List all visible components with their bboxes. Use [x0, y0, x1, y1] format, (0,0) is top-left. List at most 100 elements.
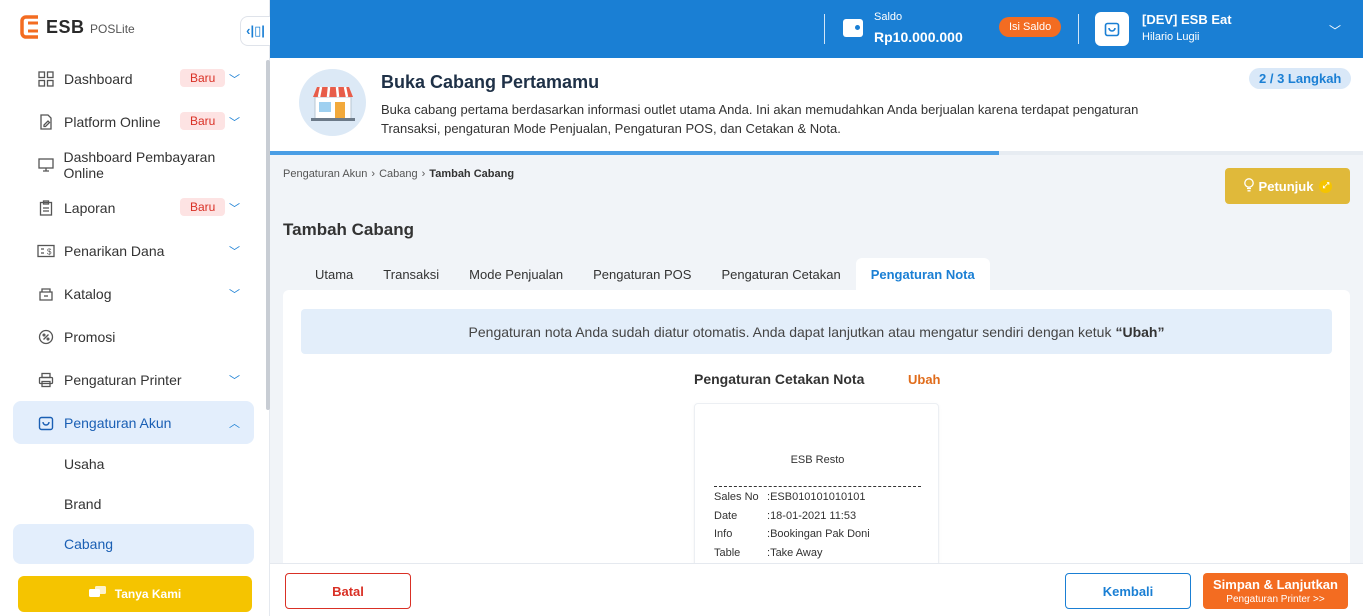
store-name[interactable]: [DEV] ESB Eat — [1142, 12, 1232, 27]
sidebar-item-penarikan-dana[interactable]: $ Penarikan Dana ﹀ — [13, 229, 254, 272]
progress-bar — [270, 151, 1363, 155]
sidebar-item-promosi[interactable]: Promosi — [13, 315, 254, 358]
sidebar-item-pengaturan-akun[interactable]: Pengaturan Akun ︿ — [13, 401, 254, 444]
nota-section-title: Pengaturan Cetakan Nota — [694, 371, 865, 387]
onboarding-banner: Buka Cabang Pertamamu Buka cabang pertam… — [270, 58, 1363, 155]
info-highlight: “Ubah” — [1115, 323, 1165, 340]
divider — [1078, 14, 1079, 44]
tanya-kami-label: Tanya Kami — [114, 587, 182, 601]
app-logo[interactable]: ESB POSLite — [20, 14, 135, 40]
grid-icon — [37, 70, 55, 88]
simpan-sublabel: Pengaturan Printer >> — [1226, 594, 1325, 605]
breadcrumb-item[interactable]: Pengaturan Akun — [283, 168, 367, 180]
receipt-value: Take Away — [767, 547, 822, 559]
cash-icon: $ — [37, 242, 55, 260]
receipt-row: Sales No ESB010101010101 — [714, 488, 870, 507]
chevron-down-icon[interactable]: ﹀ — [229, 71, 240, 87]
sidebar-item-laporan[interactable]: Laporan Baru ﹀ — [13, 186, 254, 229]
receipt-details: Sales No ESB010101010101 Date 18-01-2021 1… — [714, 488, 870, 562]
sidebar-subitem-cabang[interactable]: Cabang — [13, 524, 254, 564]
chevron-down-icon[interactable]: ﹀ — [229, 114, 240, 130]
breadcrumb-current: Tambah Cabang — [429, 168, 515, 180]
simpan-label: Simpan & Lanjutkan — [1213, 577, 1338, 592]
receipt-row: Date 18-01-2021 11:53 — [714, 507, 870, 526]
step-indicator: 2 / 3 Langkah — [1249, 68, 1352, 89]
receipt-value: Bookingan Pak Doni — [767, 528, 870, 540]
receipt-key: Date — [714, 509, 738, 522]
sidebar-subitem-brand[interactable]: Brand — [13, 484, 254, 524]
ubah-link[interactable]: Ubah — [908, 372, 941, 387]
lightbulb-icon — [1243, 177, 1255, 195]
store-icon — [37, 414, 55, 432]
tab-bar: Utama Transaksi Mode Penjualan Pengatura… — [300, 258, 990, 290]
sidebar-item-label: Penarikan Dana — [64, 242, 165, 259]
tab-utama[interactable]: Utama — [300, 258, 368, 290]
expand-icon: ⤢ — [1319, 179, 1333, 193]
saldo-value: Rp10.000.000 — [874, 29, 963, 45]
breadcrumb-item[interactable]: Cabang — [379, 168, 418, 180]
sidebar-item-label: Dashboard — [64, 70, 133, 87]
new-badge: Baru — [180, 112, 226, 130]
kembali-button[interactable]: Kembali — [1065, 573, 1191, 609]
action-footer: Batal Kembali Simpan & Lanjutkan Pengatu… — [270, 563, 1363, 616]
tab-pengaturan-pos[interactable]: Pengaturan POS — [578, 258, 706, 290]
banner-description: Buka cabang pertama berdasarkan informas… — [381, 102, 1139, 136]
collapse-icon: ‹|▯| — [246, 23, 265, 38]
tab-pengaturan-nota[interactable]: Pengaturan Nota — [855, 258, 990, 290]
saldo-label: Saldo — [874, 11, 903, 23]
chat-icon — [88, 585, 107, 603]
breadcrumb: Pengaturan Akun › Cabang › Tambah Cabang — [283, 168, 514, 180]
sidebar-item-platform-online[interactable]: Platform Online Baru ﹀ — [13, 100, 254, 143]
chevron-down-icon[interactable]: ﹀ — [229, 243, 240, 259]
receipt-value: ESB010101010101 — [767, 491, 865, 503]
printer-icon — [37, 371, 55, 389]
isi-saldo-button[interactable]: Isi Saldo — [999, 17, 1062, 37]
sidebar-item-label: Pengaturan Printer — [64, 371, 182, 388]
tanya-kami-button[interactable]: Tanya Kami — [18, 576, 252, 612]
chevron-down-icon[interactable]: ﹀ — [1329, 22, 1341, 39]
new-badge: Baru — [180, 198, 226, 216]
sidebar-item-dashboard[interactable]: Dashboard Baru ﹀ — [13, 57, 254, 100]
percent-icon — [37, 328, 55, 346]
sidebar-item-katalog[interactable]: Katalog ﹀ — [13, 272, 254, 315]
clipboard-icon — [37, 199, 55, 217]
collapse-sidebar-button[interactable]: ‹|▯| — [240, 16, 270, 46]
petunjuk-label: Petunjuk — [1258, 178, 1314, 194]
divider — [824, 14, 825, 44]
chevron-down-icon[interactable]: ﹀ — [229, 372, 240, 388]
receipt-preview: ESB Resto Sales No ESB010101010101 Date 18… — [694, 403, 939, 570]
tab-mode-penjualan[interactable]: Mode Penjualan — [454, 258, 578, 290]
batal-button[interactable]: Batal — [285, 573, 411, 609]
svg-text:$: $ — [47, 247, 52, 256]
sidebar-item-pengaturan-printer[interactable]: Pengaturan Printer ﹀ — [13, 358, 254, 401]
chevron-right-icon: › — [421, 168, 426, 180]
chevron-right-icon: › — [371, 168, 376, 180]
chevron-up-icon[interactable]: ︿ — [229, 415, 240, 431]
chevron-down-icon[interactable]: ﹀ — [229, 200, 240, 216]
esb-logo-icon — [20, 15, 38, 39]
shop-illustration-icon — [299, 69, 366, 136]
sidebar-item-dashboard-pembayaran-online[interactable]: Dashboard Pembayaran Online — [13, 143, 254, 186]
chevron-down-icon[interactable]: ﹀ — [229, 286, 240, 302]
info-text: Pengaturan nota Anda sudah diatur otomat… — [468, 323, 1112, 340]
new-badge: Baru — [180, 69, 226, 87]
box-icon — [37, 285, 55, 303]
store-icon — [1095, 12, 1129, 46]
receipt-store-name: ESB Resto — [790, 454, 845, 466]
monitor-icon — [37, 156, 54, 174]
simpan-lanjutkan-button[interactable]: Simpan & Lanjutkan Pengaturan Printer >> — [1203, 573, 1348, 609]
banner-title: Buka Cabang Pertamamu — [381, 72, 600, 92]
tab-transaksi[interactable]: Transaksi — [368, 258, 454, 290]
sidebar-item-label: Dashboard Pembayaran Online — [63, 148, 216, 181]
receipt-row: Table Take Away — [714, 544, 870, 563]
sidebar-subitem-usaha[interactable]: Usaha — [13, 444, 254, 484]
receipt-key: Table — [714, 546, 741, 559]
progress-fill — [270, 151, 1000, 155]
petunjuk-button[interactable]: Petunjuk ⤢ — [1225, 168, 1350, 204]
sidebar-menu: Dashboard Baru ﹀ Platform Online Baru ﹀ … — [13, 57, 254, 564]
receipt-key: Info — [714, 528, 733, 541]
logo-text: ESB POSLite — [46, 16, 135, 37]
tab-pengaturan-cetakan[interactable]: Pengaturan Cetakan — [706, 258, 855, 290]
content-card: Pengaturan nota Anda sudah diatur otomat… — [283, 290, 1350, 570]
receipt-divider — [714, 486, 921, 487]
